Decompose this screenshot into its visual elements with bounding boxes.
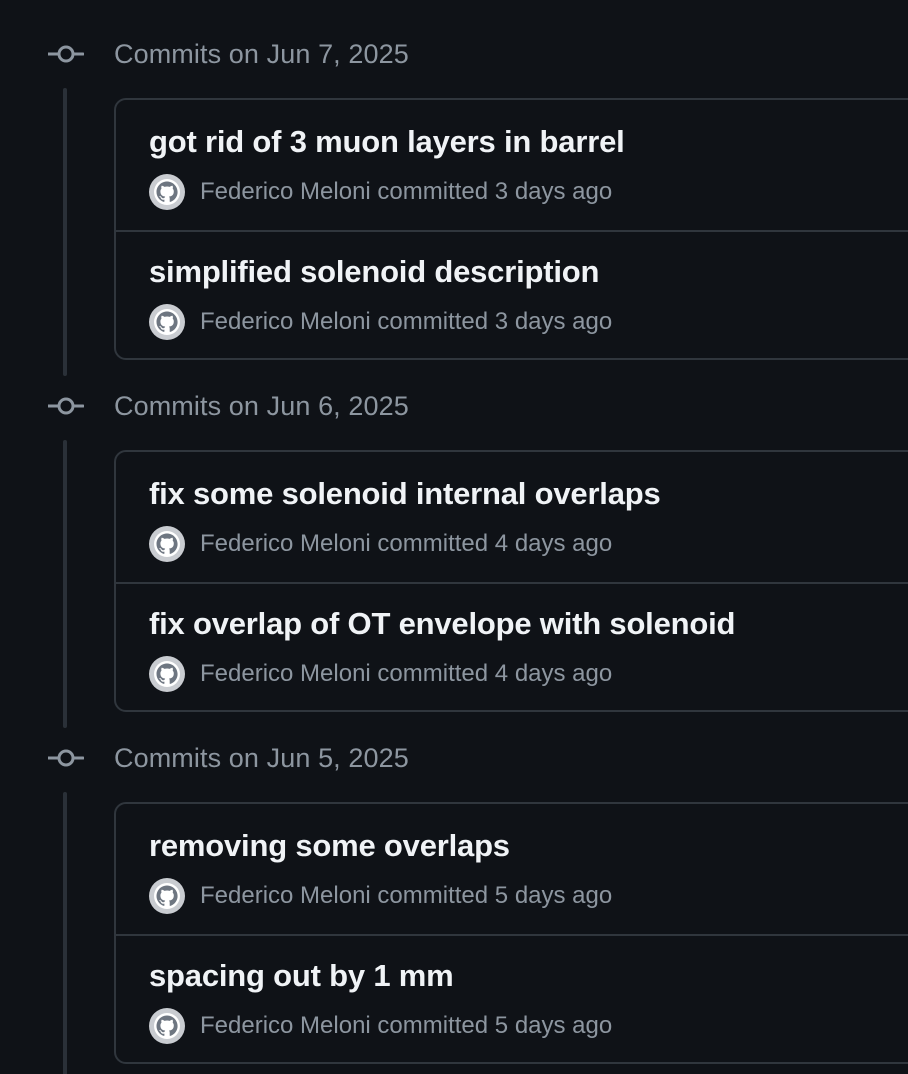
commit-author-link[interactable]: Federico Meloni — [200, 1012, 371, 1039]
commit-message-link[interactable]: removing some overlaps — [149, 827, 510, 865]
commit-meta-text: Federico Meloni committed 3 days ago — [200, 176, 612, 208]
commit-meta: Federico Meloni committed 5 days ago — [149, 878, 849, 914]
commit-author-link[interactable]: Federico Meloni — [200, 530, 371, 557]
timeline-rail — [63, 440, 67, 728]
commit-message-link[interactable]: fix overlap of OT envelope with solenoid — [149, 605, 735, 643]
avatar-github-octocat-icon[interactable] — [149, 656, 185, 692]
commit-meta: Federico Meloni committed 3 days ago — [149, 304, 849, 340]
timeline-rail — [63, 792, 67, 1074]
commit-row[interactable]: fix overlap of OT envelope with solenoid… — [116, 582, 908, 710]
commit-author-link[interactable]: Federico Meloni — [200, 660, 371, 687]
commit-row[interactable]: fix some solenoid internal overlaps Fede… — [116, 452, 908, 582]
avatar-github-octocat-icon[interactable] — [149, 878, 185, 914]
commit-group-title: Commits on Jun 6, 2025 — [114, 391, 409, 421]
commit-meta: Federico Meloni committed 4 days ago — [149, 656, 849, 692]
commit-row[interactable]: simplified solenoid description Federico… — [116, 230, 908, 358]
commit-list-card: removing some overlaps Federico Meloni c… — [114, 802, 908, 1064]
commit-time: 4 days ago — [494, 660, 613, 687]
commit-row[interactable]: got rid of 3 muon layers in barrel Feder… — [116, 100, 908, 230]
commit-time: 5 days ago — [494, 1012, 613, 1039]
commit-group-title: Commits on Jun 5, 2025 — [114, 743, 409, 773]
git-commit-icon — [48, 397, 84, 415]
commit-meta-text: Federico Meloni committed 5 days ago — [200, 880, 612, 912]
commit-message-link[interactable]: fix some solenoid internal overlaps — [149, 475, 661, 513]
commit-group-header: Commits on Jun 7, 2025 — [0, 28, 908, 80]
commit-action: committed — [377, 660, 489, 687]
avatar-github-octocat-icon[interactable] — [149, 1008, 185, 1044]
commit-meta: Federico Meloni committed 5 days ago — [149, 1008, 849, 1044]
git-commit-icon — [48, 45, 84, 63]
commit-author-link[interactable]: Federico Meloni — [200, 308, 371, 335]
commit-time: 5 days ago — [494, 882, 613, 909]
commit-meta-text: Federico Meloni committed 3 days ago — [200, 306, 612, 338]
commit-meta-text: Federico Meloni committed 4 days ago — [200, 528, 612, 560]
commit-message-link[interactable]: spacing out by 1 mm — [149, 957, 454, 995]
avatar-github-octocat-icon[interactable] — [149, 526, 185, 562]
commit-group-header: Commits on Jun 5, 2025 — [0, 732, 908, 784]
commit-list-card: got rid of 3 muon layers in barrel Feder… — [114, 98, 908, 360]
commit-action: committed — [377, 882, 489, 909]
commit-time: 3 days ago — [494, 178, 613, 205]
commit-group-title: Commits on Jun 7, 2025 — [114, 39, 409, 69]
avatar-github-octocat-icon[interactable] — [149, 174, 185, 210]
commit-action: committed — [377, 308, 489, 335]
commit-author-link[interactable]: Federico Meloni — [200, 882, 371, 909]
commit-time: 3 days ago — [494, 308, 613, 335]
commit-row[interactable]: removing some overlaps Federico Meloni c… — [116, 804, 908, 934]
commit-message-link[interactable]: simplified solenoid description — [149, 253, 599, 291]
commit-timeline: Commits on Jun 7, 2025 got rid of 3 muon… — [0, 0, 908, 1074]
commit-row[interactable]: spacing out by 1 mm Federico Meloni comm… — [116, 934, 908, 1062]
commit-message-link[interactable]: got rid of 3 muon layers in barrel — [149, 123, 625, 161]
commit-action: committed — [377, 178, 489, 205]
commit-meta-text: Federico Meloni committed 4 days ago — [200, 658, 612, 690]
commit-list-card: fix some solenoid internal overlaps Fede… — [114, 450, 908, 712]
commit-time: 4 days ago — [494, 530, 613, 557]
commit-meta: Federico Meloni committed 4 days ago — [149, 526, 849, 562]
avatar-github-octocat-icon[interactable] — [149, 304, 185, 340]
commit-action: committed — [377, 1012, 489, 1039]
commit-author-link[interactable]: Federico Meloni — [200, 178, 371, 205]
commit-action: committed — [377, 530, 489, 557]
commit-group-header: Commits on Jun 6, 2025 — [0, 380, 908, 432]
timeline-rail — [63, 88, 67, 376]
git-commit-icon — [48, 749, 84, 767]
commit-meta: Federico Meloni committed 3 days ago — [149, 174, 849, 210]
commit-meta-text: Federico Meloni committed 5 days ago — [200, 1010, 612, 1042]
